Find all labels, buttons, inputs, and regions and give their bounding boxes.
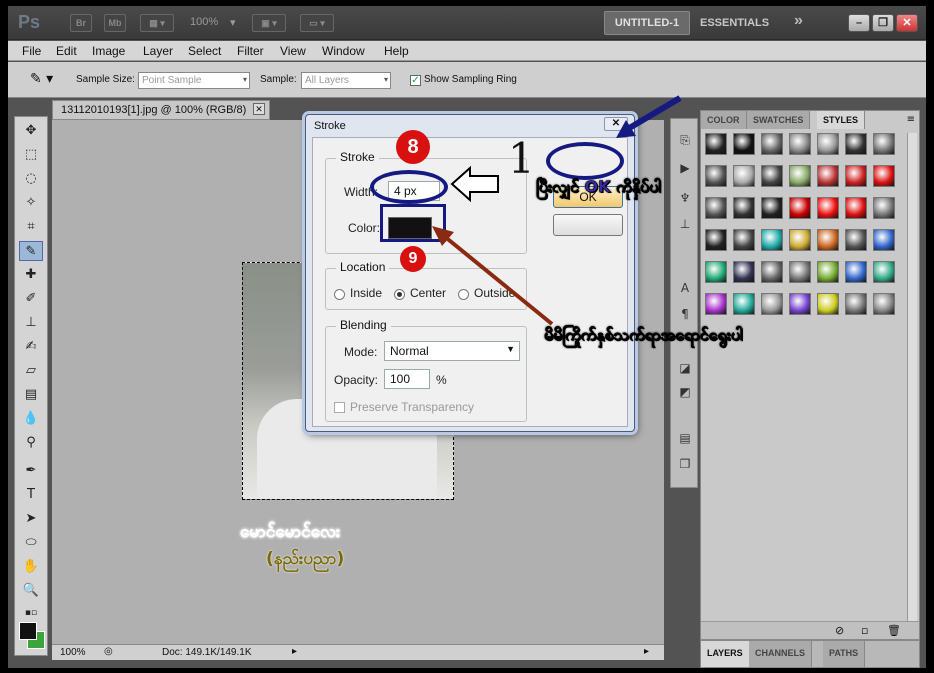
ok-instruction-note: ပြီးလျှင် OK ကိုနှိပ်ပါ [536,177,662,197]
brown-arrow-line [442,234,554,326]
blue-arrow-line [624,95,682,133]
photoshop-window: Ps Br Mb ▦ ▾ 100% ▾ ▣ ▾ ▭ ▾ UNTITLED-1 E… [8,6,926,668]
white-left-arrow-icon [450,165,499,203]
annotation-arrows [432,95,682,326]
foreground-color-swatch[interactable] [19,622,37,640]
color-instruction-note: မိမိကြိုက်နှစ်သက်ရာအရောင်ရွေးပါ [544,325,743,345]
